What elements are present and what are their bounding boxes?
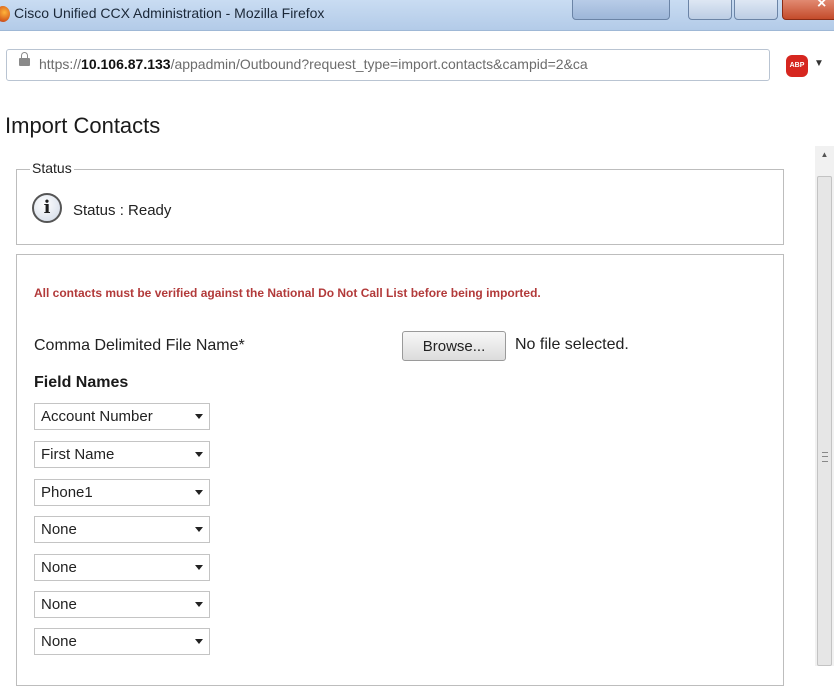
field-select-value: None [41, 633, 77, 650]
adblock-icon[interactable]: ABP [786, 55, 808, 77]
tab-list-button[interactable] [572, 0, 670, 20]
field-select-7[interactable]: None [34, 628, 210, 655]
no-file-selected-text: No file selected. [515, 336, 629, 353]
close-button[interactable]: × [782, 0, 834, 20]
dropdown-arrow-icon [195, 602, 203, 607]
dropdown-arrow-icon [195, 527, 203, 532]
dropdown-arrow-icon [195, 490, 203, 495]
field-select-4[interactable]: None [34, 516, 210, 543]
close-icon: × [817, 0, 827, 12]
field-select-value: Account Number [41, 408, 153, 425]
field-select-value: First Name [41, 446, 115, 463]
dropdown-arrow-icon [195, 565, 203, 570]
url-scheme: https:// [39, 56, 82, 72]
import-form-panel [16, 254, 784, 686]
url-path: /appadmin/Outbound?request_type=import.c… [170, 56, 588, 72]
scroll-up-arrow-icon[interactable]: ▲ [815, 150, 834, 166]
field-select-value: None [41, 596, 77, 613]
address-bar[interactable]: https://10.106.87.133/appadmin/Outbound?… [6, 49, 770, 81]
info-icon: i [32, 193, 62, 223]
field-names-heading: Field Names [34, 374, 129, 391]
dnc-warning: All contacts must be verified against th… [34, 286, 541, 300]
status-legend: Status [30, 160, 74, 176]
dropdown-arrow-icon [195, 639, 203, 644]
field-select-value: Phone1 [41, 484, 93, 501]
field-select-value: None [41, 559, 77, 576]
minimize-button[interactable] [688, 0, 732, 20]
browser-navbar: https://10.106.87.133/appadmin/Outbound?… [0, 31, 834, 99]
field-select-6[interactable]: None [34, 591, 210, 618]
field-select-3[interactable]: Phone1 [34, 479, 210, 506]
dropdown-arrow-icon [195, 452, 203, 457]
firefox-icon [0, 6, 10, 22]
adblock-menu-arrow-icon[interactable]: ▼ [814, 58, 824, 69]
window-titlebar: Cisco Unified CCX Administration - Mozil… [0, 0, 834, 31]
url-host: 10.106.87.133 [81, 56, 171, 72]
scrollbar-thumb[interactable] [817, 176, 832, 666]
file-name-label: Comma Delimited File Name* [34, 337, 245, 354]
field-select-value: None [41, 521, 77, 538]
status-text: Status : Ready [73, 202, 172, 219]
field-select-5[interactable]: None [34, 554, 210, 581]
dropdown-arrow-icon [195, 414, 203, 419]
url-text: https://10.106.87.133/appadmin/Outbound?… [39, 56, 588, 72]
field-select-2[interactable]: First Name [34, 441, 210, 468]
page-title: Import Contacts [5, 113, 161, 138]
field-select-1[interactable]: Account Number [34, 403, 210, 430]
browse-button[interactable]: Browse... [402, 331, 506, 361]
window-title: Cisco Unified CCX Administration - Mozil… [14, 5, 325, 21]
lock-icon [19, 52, 30, 66]
scroll-grip-icon [822, 452, 828, 462]
maximize-button[interactable] [734, 0, 778, 20]
